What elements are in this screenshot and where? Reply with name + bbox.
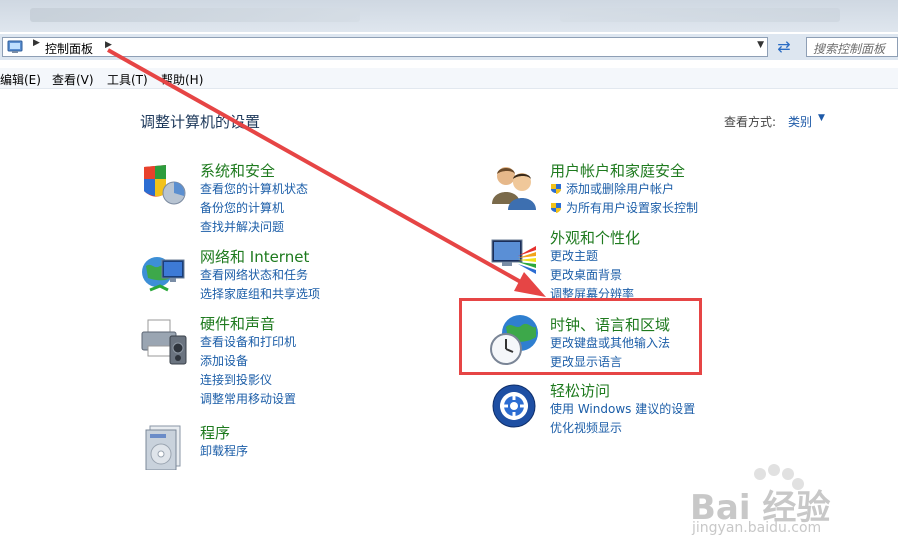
watermark-url: jingyan.baidu.com — [692, 520, 822, 536]
